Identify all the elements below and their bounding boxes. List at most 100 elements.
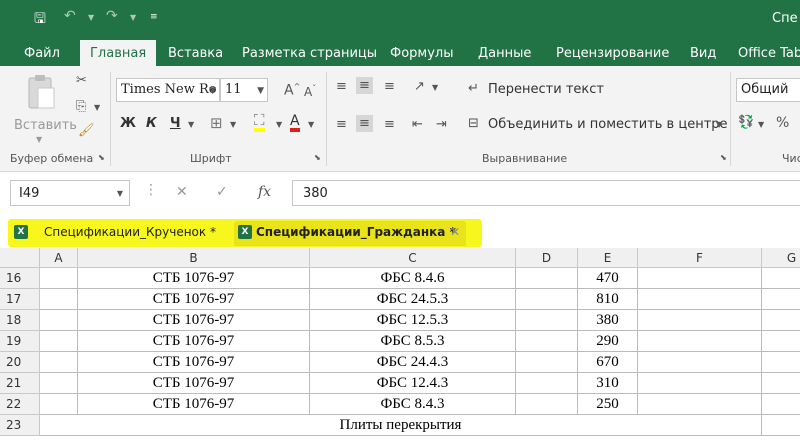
formula-input[interactable]: 380 bbox=[292, 180, 800, 206]
cell-c[interactable]: ФБС 12.4.3 bbox=[310, 373, 516, 394]
cell-e[interactable]: 250 bbox=[578, 394, 638, 415]
format-painter-icon[interactable]: 🖌 bbox=[78, 124, 95, 137]
cell-d[interactable] bbox=[516, 394, 578, 415]
cell-g[interactable] bbox=[762, 289, 800, 310]
column-header-e[interactable]: E bbox=[578, 248, 638, 268]
accounting-dropdown-icon[interactable]: ▼ bbox=[758, 121, 764, 129]
tab-office-tab[interactable]: Office Tab bbox=[738, 42, 800, 66]
row-header[interactable]: 19 bbox=[0, 331, 40, 352]
alignment-launcher-icon[interactable]: ⬊ bbox=[720, 154, 727, 162]
row-header[interactable]: 17 bbox=[0, 289, 40, 310]
cell-c[interactable]: ФБС 8.4.3 bbox=[310, 394, 516, 415]
borders-dropdown-icon[interactable]: ▼ bbox=[230, 121, 236, 129]
cell-e[interactable]: 310 bbox=[578, 373, 638, 394]
underline-dropdown-icon[interactable]: ▼ bbox=[188, 121, 194, 129]
increase-indent-icon[interactable]: ⇥ bbox=[436, 118, 447, 131]
clipboard-launcher-icon[interactable]: ⬊ bbox=[98, 154, 105, 162]
row-header[interactable]: 23 bbox=[0, 415, 40, 436]
bold-button[interactable]: Ж bbox=[120, 116, 136, 131]
underline-button[interactable]: Ч bbox=[170, 116, 181, 131]
name-box[interactable]: I49 ▼ bbox=[10, 180, 130, 206]
workbook-tab-grazhdanka[interactable]: Спецификации_Гражданка * bbox=[256, 225, 456, 239]
font-color-icon[interactable]: A bbox=[290, 114, 300, 132]
column-header-f[interactable]: F bbox=[638, 248, 762, 268]
cell-d[interactable] bbox=[516, 331, 578, 352]
align-middle-icon[interactable]: ≡ bbox=[356, 77, 373, 94]
cell-b[interactable]: СТБ 1076-97 bbox=[78, 331, 310, 352]
redo-icon[interactable]: ↷ bbox=[106, 8, 118, 24]
cell-a[interactable] bbox=[40, 289, 78, 310]
copy-dropdown-icon[interactable]: ▼ bbox=[94, 104, 100, 112]
tab-review[interactable]: Рецензирование bbox=[556, 42, 669, 66]
decrease-font-icon[interactable]: Aˇ bbox=[304, 85, 316, 99]
row-header[interactable]: 20 bbox=[0, 352, 40, 373]
cell-d[interactable] bbox=[516, 310, 578, 331]
cell-c[interactable]: ФБС 12.5.3 bbox=[310, 310, 516, 331]
close-icon[interactable]: ✕ bbox=[450, 225, 460, 239]
cell-e[interactable]: 380 bbox=[578, 310, 638, 331]
percent-icon[interactable]: % bbox=[776, 116, 789, 130]
cell-f[interactable] bbox=[638, 289, 762, 310]
tab-home[interactable]: Главная bbox=[80, 40, 157, 66]
align-bottom-icon[interactable]: ≡ bbox=[384, 80, 395, 93]
accounting-format-icon[interactable]: 💱 bbox=[738, 116, 754, 129]
cell-e[interactable]: 290 bbox=[578, 331, 638, 352]
row-header[interactable]: 21 bbox=[0, 373, 40, 394]
cell-f[interactable] bbox=[638, 331, 762, 352]
cell-b[interactable]: СТБ 1076-97 bbox=[78, 394, 310, 415]
cell-e[interactable]: 670 bbox=[578, 352, 638, 373]
redo-dropdown-icon[interactable]: ▼ bbox=[130, 13, 136, 22]
cell-f[interactable] bbox=[638, 373, 762, 394]
cell-c[interactable]: ФБС 24.4.3 bbox=[310, 352, 516, 373]
row-header[interactable]: 18 bbox=[0, 310, 40, 331]
column-header-a[interactable]: A bbox=[40, 248, 78, 268]
save-icon[interactable]: 🖫 bbox=[34, 8, 46, 32]
select-all-corner[interactable] bbox=[0, 248, 40, 268]
cell-e[interactable]: 810 bbox=[578, 289, 638, 310]
cell-a[interactable] bbox=[40, 268, 78, 289]
customize-qat-icon[interactable]: ≡ bbox=[150, 12, 158, 22]
merged-section-cell[interactable]: Плиты перекрытия bbox=[40, 415, 762, 436]
undo-icon[interactable]: ↶ bbox=[64, 8, 76, 24]
column-header-b[interactable]: B bbox=[78, 248, 310, 268]
cell-f[interactable] bbox=[638, 394, 762, 415]
cell-f[interactable] bbox=[638, 268, 762, 289]
cell-a[interactable] bbox=[40, 331, 78, 352]
number-format-box[interactable]: Общий bbox=[736, 78, 800, 102]
tab-data[interactable]: Данные bbox=[478, 42, 531, 66]
font-launcher-icon[interactable]: ⬊ bbox=[314, 154, 321, 162]
borders-icon[interactable]: ⊞ bbox=[210, 116, 223, 131]
wrap-text-button[interactable]: Перенести текст bbox=[488, 82, 604, 97]
merge-dropdown-icon[interactable]: ▼ bbox=[716, 121, 722, 129]
paste-button[interactable]: Вставить ▼ bbox=[10, 72, 77, 148]
cell-g[interactable] bbox=[762, 331, 800, 352]
fill-color-icon[interactable]: ⛶ bbox=[254, 113, 265, 132]
cancel-icon[interactable]: ✕ bbox=[176, 184, 188, 200]
align-left-icon[interactable]: ≡ bbox=[336, 118, 347, 131]
column-header-c[interactable]: C bbox=[310, 248, 516, 268]
insert-function-icon[interactable]: fx bbox=[258, 184, 271, 200]
tab-insert[interactable]: Вставка bbox=[168, 42, 223, 66]
font-color-dropdown-icon[interactable]: ▼ bbox=[308, 121, 314, 129]
cell-a[interactable] bbox=[40, 394, 78, 415]
cell-c[interactable]: ФБС 8.4.6 bbox=[310, 268, 516, 289]
cell-e[interactable]: 470 bbox=[578, 268, 638, 289]
cell-g[interactable] bbox=[762, 415, 800, 436]
cell-d[interactable] bbox=[516, 352, 578, 373]
cell-b[interactable]: СТБ 1076-97 bbox=[78, 352, 310, 373]
cell-d[interactable] bbox=[516, 373, 578, 394]
decrease-indent-icon[interactable]: ⇤ bbox=[412, 118, 423, 131]
cell-g[interactable] bbox=[762, 352, 800, 373]
font-name-box[interactable]: Times New Ro ▼ bbox=[116, 78, 220, 102]
cell-d[interactable] bbox=[516, 268, 578, 289]
cell-b[interactable]: СТБ 1076-97 bbox=[78, 310, 310, 331]
cell-g[interactable] bbox=[762, 373, 800, 394]
cell-f[interactable] bbox=[638, 352, 762, 373]
copy-icon[interactable]: ⎘ bbox=[76, 100, 86, 113]
orientation-dropdown-icon[interactable]: ▼ bbox=[432, 84, 438, 92]
cell-a[interactable] bbox=[40, 373, 78, 394]
cell-g[interactable] bbox=[762, 268, 800, 289]
tab-file[interactable]: Файл bbox=[24, 42, 60, 66]
align-right-icon[interactable]: ≡ bbox=[384, 118, 395, 131]
cell-d[interactable] bbox=[516, 289, 578, 310]
